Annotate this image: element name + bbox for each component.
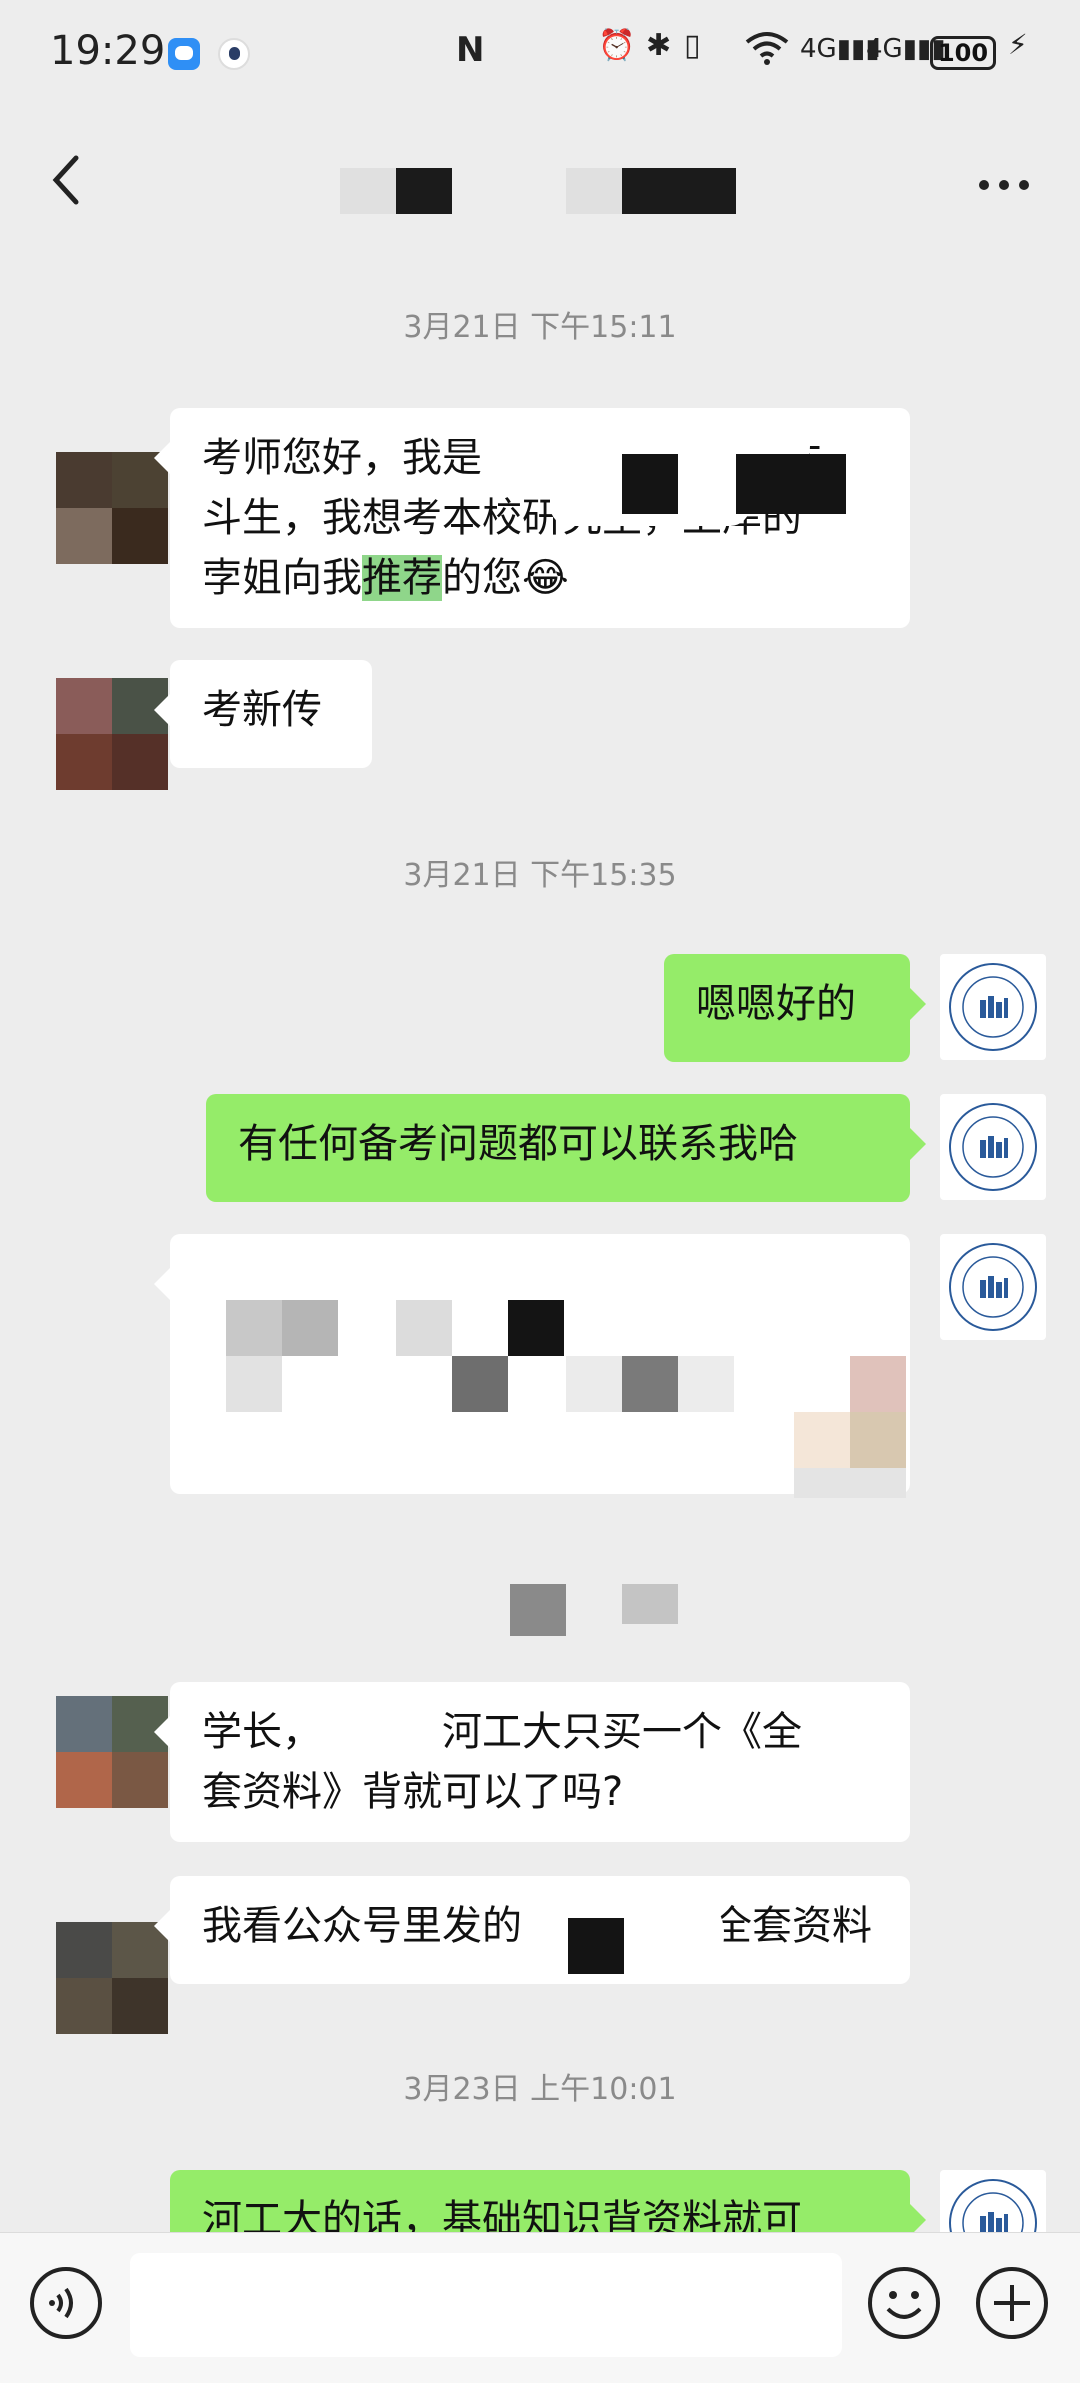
title-redaction: [396, 168, 452, 214]
vibrate-icon: ▯: [684, 28, 701, 63]
profile-app-icon: [218, 38, 250, 70]
title-redaction: [622, 168, 736, 214]
redaction: [622, 1584, 678, 1624]
message-bubble[interactable]: 我看公众号里发的 全套资料: [154, 1876, 910, 1984]
redaction: [622, 454, 678, 514]
more-options-icon[interactable]: [972, 165, 1036, 205]
chat-header: [0, 120, 1080, 260]
back-icon[interactable]: [40, 150, 100, 210]
message-text: 学长， 河工大只买一个《全: [202, 1709, 802, 1755]
message-bubble-redacted[interactable]: [154, 1234, 910, 1498]
my-avatar[interactable]: [940, 1234, 1046, 1340]
avatar[interactable]: [56, 678, 168, 790]
message-app-icon: [168, 38, 200, 70]
message-input[interactable]: [130, 2253, 842, 2357]
redaction: [510, 1584, 566, 1636]
message-text: 有任何备考问题都可以联系我哈: [238, 1121, 798, 1167]
avatar[interactable]: [56, 452, 168, 564]
message-bubble-mine[interactable]: 有任何备考问题都可以联系我哈: [206, 1094, 926, 1202]
title-redaction: [566, 168, 622, 214]
wifi-icon: [742, 28, 792, 76]
my-avatar[interactable]: [940, 954, 1046, 1060]
add-attachment-icon[interactable]: [974, 2265, 1050, 2341]
message-timestamp: 3月21日 下午15:11: [403, 310, 677, 345]
my-avatar[interactable]: [940, 1094, 1046, 1200]
message-text: 我看公众号里发的 全套资料: [202, 1903, 872, 1949]
message-text: 考新传: [202, 687, 322, 733]
emoji-icon[interactable]: [866, 2265, 942, 2341]
message-text: 嗯嗯好的: [696, 981, 856, 1027]
avatar[interactable]: [56, 1922, 168, 2034]
message-bubble[interactable]: 考新传: [154, 660, 372, 768]
avatar[interactable]: [56, 1696, 168, 1808]
redaction: [736, 454, 846, 514]
bluetooth-icon: ✱: [646, 28, 672, 63]
status-bar: 19:29 N ⏰ ✱ ▯ 4G▮▮▮ 4G▮▮▮ 100 ⚡: [0, 0, 1080, 110]
alarm-icon: ⏰: [598, 28, 636, 63]
battery-indicator: 100: [930, 36, 996, 70]
message-text: 套资料》背就可以了吗?: [202, 1769, 624, 1815]
redaction: [568, 1918, 624, 1974]
charging-icon: ⚡: [1008, 28, 1028, 61]
voice-input-icon[interactable]: [28, 2265, 104, 2341]
nfc-icon: N: [456, 30, 485, 70]
message-bubble-mine[interactable]: 嗯嗯好的: [664, 954, 926, 1062]
message-text: 孛姐向我推荐的您😂: [202, 555, 569, 601]
message-bubble[interactable]: 学长， 河工大只买一个《全 套资料》背就可以了吗?: [154, 1682, 910, 1842]
chat-input-bar: [0, 2232, 1080, 2383]
status-time: 19:29: [50, 28, 166, 74]
message-bubble[interactable]: 考师您好，我是本 斗生，我想考本校研究生，上岸的 孛姐向我推荐的您😂: [154, 408, 910, 628]
title-redaction: [340, 168, 396, 214]
message-timestamp: 3月23日 上午10:01: [403, 2072, 677, 2107]
message-timestamp: 3月21日 下午15:35: [403, 858, 677, 893]
